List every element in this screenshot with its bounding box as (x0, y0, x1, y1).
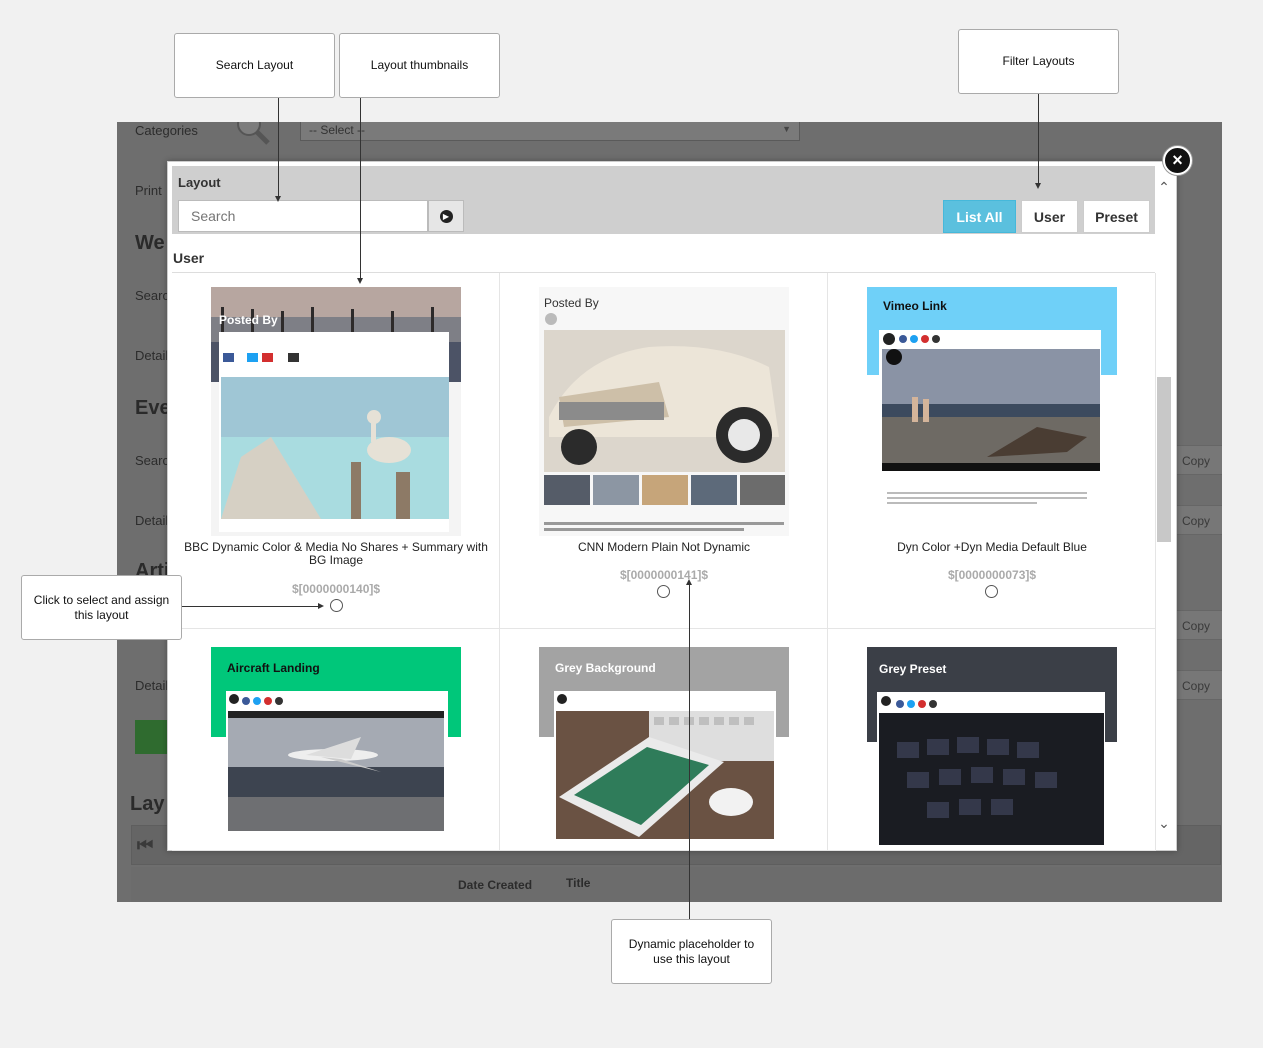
layout-card-2[interactable]: Posted By CNN Modern Plain Not Dynamic $… (500, 273, 828, 629)
filter-user-button[interactable]: User (1021, 200, 1078, 233)
print-label: Print (135, 183, 162, 198)
thumb-heading-5: Grey Background (555, 661, 656, 675)
layout-card-1[interactable]: Posted By BBC Dynamic Color & Media No S… (172, 273, 500, 629)
close-icon[interactable]: × (1163, 146, 1192, 175)
chevron-up-icon[interactable]: ⌃ (1158, 179, 1170, 196)
chevron-down-icon: ▼ (782, 124, 791, 134)
modal-scrollbar[interactable]: ⌃ ⌄ (1155, 177, 1173, 837)
layout-thumbnail-6[interactable]: Grey Preset (867, 647, 1117, 850)
aircraft-image (211, 647, 461, 850)
copy-button-3[interactable]: Copy (1175, 610, 1222, 640)
layout-title-1: BBC Dynamic Color & Media No Shares + Su… (184, 540, 488, 567)
callout-filter-layouts: Filter Layouts (958, 29, 1119, 94)
first-page-icon[interactable]: ⏮ (137, 835, 153, 856)
layout-card-3[interactable]: Vimeo Link Dyn Color +Dyn Media Default … (828, 273, 1156, 629)
scrollbar-thumb[interactable] (1157, 377, 1171, 542)
tablet-image (539, 647, 789, 850)
copy-button-4[interactable]: Copy (1175, 670, 1222, 700)
heading-web: We (135, 232, 165, 254)
search-input[interactable] (178, 200, 428, 232)
layout-modal: Layout ▶ List All User Preset User (167, 161, 1177, 851)
layout-thumbnail-3[interactable]: Vimeo Link (867, 287, 1117, 536)
select-value: -- Select -- (309, 123, 366, 137)
keyboard-image (867, 647, 1117, 850)
categories-label: Categories (135, 123, 198, 138)
details-label-3: Detail (135, 678, 169, 693)
layout-thumbnail-4[interactable]: Aircraft Landing (211, 647, 461, 850)
copy-button-1[interactable]: Copy (1175, 445, 1222, 475)
callout-line (278, 98, 279, 196)
layout-title-2: CNN Modern Plain Not Dynamic (577, 540, 751, 554)
thumb-heading-6: Grey Preset (879, 662, 947, 676)
copy-button-2[interactable]: Copy (1175, 505, 1222, 535)
date-created-header: Date Created (458, 878, 533, 892)
search-button[interactable]: ▶ (428, 200, 464, 232)
beach-image (867, 287, 1117, 536)
layout-placeholder-2: $[0000000141]$ (619, 568, 709, 582)
callout-dynamic-placeholder: Dynamic placeholder to use this layout (611, 919, 772, 984)
table-header: Date Created Title (131, 867, 1221, 902)
callout-line (182, 606, 318, 607)
thumb-heading-2: Posted By (544, 296, 599, 310)
title-header: Title (566, 876, 591, 890)
magnifier-icon (237, 122, 270, 145)
thumb-heading-3: Vimeo Link (883, 299, 947, 313)
arrow-down-icon (275, 196, 281, 202)
callout-layout-thumbnails: Layout thumbnails (339, 33, 500, 98)
heading-events: Eve (135, 397, 171, 419)
arrow-down-icon (357, 278, 363, 284)
layout-thumbnail-5[interactable]: Grey Background (539, 647, 789, 850)
layout-radio-1[interactable] (330, 599, 343, 612)
layout-radio-2[interactable] (657, 585, 670, 598)
arrow-up-icon (686, 579, 692, 585)
categories-select[interactable]: -- Select -- ▼ (300, 122, 800, 141)
arrow-right-icon: ▶ (439, 210, 453, 223)
callout-line (1038, 94, 1039, 183)
filter-preset-button[interactable]: Preset (1083, 200, 1150, 233)
filter-list-all-button[interactable]: List All (943, 200, 1016, 233)
layout-placeholder-3: $[0000000073]$ (947, 568, 1037, 582)
layout-title-3: Dyn Color +Dyn Media Default Blue (897, 540, 1087, 554)
thumb-heading-4: Aircraft Landing (227, 661, 320, 675)
layout-card-6[interactable]: Grey Preset (828, 629, 1156, 851)
thumb-heading-1: Posted By (219, 313, 278, 327)
heading-layouts: Lay (130, 793, 165, 815)
modal-header: Layout ▶ List All User Preset (172, 166, 1155, 234)
layout-card-5[interactable]: Grey Background (500, 629, 828, 851)
car-image (539, 287, 789, 536)
layout-radio-3[interactable] (985, 585, 998, 598)
layout-card-4[interactable]: Aircraft Landing (172, 629, 500, 851)
details-label-1: Detail (135, 348, 169, 363)
arrow-right-icon (318, 603, 324, 609)
search-label-1: Searc (135, 288, 169, 303)
callout-line (360, 98, 361, 278)
section-label: User (173, 250, 205, 266)
layout-thumbnail-2[interactable]: Posted By (539, 287, 789, 536)
callout-line (689, 585, 690, 919)
details-label-2: Detail (135, 513, 169, 528)
chevron-down-icon[interactable]: ⌄ (1158, 815, 1170, 832)
layout-thumbnail-1[interactable]: Posted By (211, 287, 461, 536)
callout-click-to-select: Click to select and assign this layout (21, 575, 182, 640)
layout-placeholder-1: $[0000000140]$ (291, 582, 381, 596)
search-label-2: Searc (135, 453, 169, 468)
callout-search-layout: Search Layout (174, 33, 335, 98)
modal-title: Layout (178, 175, 221, 190)
arrow-down-icon (1035, 183, 1041, 189)
